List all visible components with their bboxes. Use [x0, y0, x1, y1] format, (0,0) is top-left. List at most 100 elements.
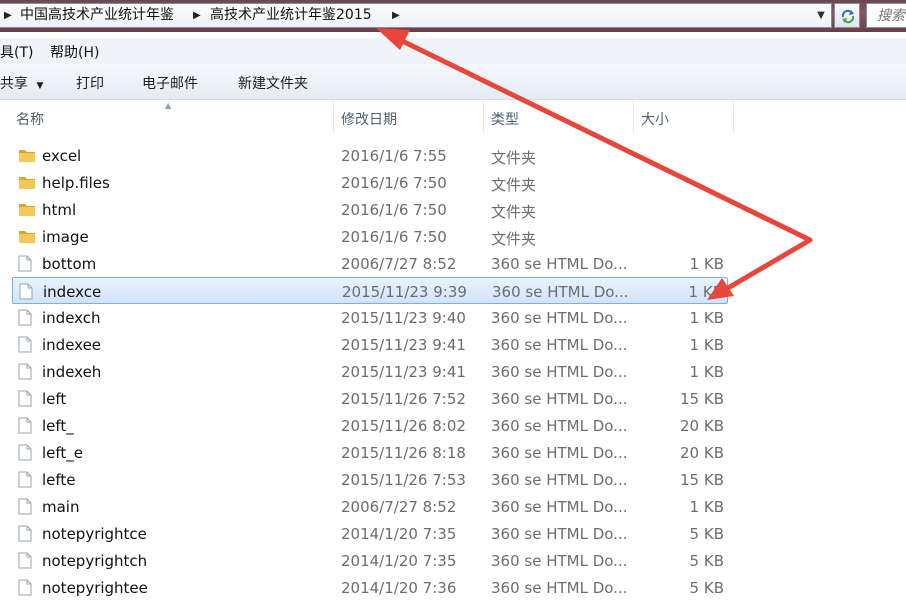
file-type: 360 se HTML Do...	[492, 283, 629, 301]
file-row[interactable]: html 2016/1/6 7:50 文件夹	[12, 196, 728, 223]
column-header-size[interactable]: 大小	[641, 109, 669, 129]
file-date: 2014/1/20 7:35	[341, 552, 457, 570]
menu-tools[interactable]: 具(T)	[0, 42, 33, 62]
file-date: 2016/1/6 7:50	[341, 174, 447, 192]
file-row[interactable]: indexch 2015/11/23 9:40 360 se HTML Do... 1…	[12, 304, 728, 331]
file-type: 360 se HTML Do...	[491, 579, 628, 597]
file-size: 1 KB	[689, 336, 724, 354]
search-box[interactable]	[866, 3, 906, 28]
file-type: 360 se HTML Do...	[491, 363, 628, 381]
file-name: lefte	[42, 471, 76, 489]
column-divider[interactable]	[633, 101, 634, 132]
file-row[interactable]: image 2016/1/6 7:50 文件夹	[12, 223, 728, 250]
file-row[interactable]: left 2015/11/26 7:52 360 se HTML Do... 15 K…	[12, 385, 728, 412]
file-name: notepyrightee	[42, 579, 148, 597]
annotation-arrow-line	[725, 237, 813, 291]
refresh-icon	[841, 9, 855, 24]
file-icon	[18, 255, 32, 276]
breadcrumb-arrow-icon[interactable]: ▶	[193, 4, 201, 27]
file-icon	[18, 498, 32, 519]
file-row[interactable]: help.files 2016/1/6 7:50 文件夹	[12, 169, 728, 196]
column-header-name[interactable]: 名称	[16, 109, 44, 129]
command-toolbar: 共享 ▼ 打印 电子邮件 新建文件夹	[0, 64, 906, 100]
breadcrumb-arrow-icon[interactable]: ▶	[4, 4, 12, 27]
file-row[interactable]: indexeh 2015/11/23 9:41 360 se HTML Do... 1…	[12, 358, 728, 385]
file-name: main	[42, 498, 80, 516]
column-divider[interactable]	[733, 101, 734, 132]
file-type: 文件夹	[491, 203, 537, 221]
address-bar[interactable]: ▶ 中国高技术产业统计年鉴 ▶ 高技术产业统计年鉴2015 ▶ ▼	[0, 3, 832, 28]
file-size: 5 KB	[689, 579, 724, 597]
file-icon	[18, 390, 32, 411]
file-name: help.files	[42, 174, 110, 192]
file-date: 2015/11/23 9:41	[341, 336, 466, 354]
file-row[interactable]: notepyrightce 2014/1/20 7:35 360 se HTML D…	[12, 520, 728, 547]
file-icon	[18, 336, 32, 357]
file-icon	[18, 363, 32, 384]
file-size: 1 KB	[689, 363, 724, 381]
column-header-date[interactable]: 修改日期	[341, 109, 397, 129]
search-input[interactable]	[867, 4, 906, 27]
print-button[interactable]: 打印	[76, 73, 104, 93]
file-date: 2015/11/26 7:52	[341, 390, 466, 408]
file-row[interactable]: excel 2016/1/6 7:55 文件夹	[12, 142, 728, 169]
chevron-down-icon: ▼	[36, 81, 44, 91]
folder-icon	[18, 147, 36, 167]
file-type: 360 se HTML Do...	[491, 336, 628, 354]
sort-ascending-icon: ▲	[165, 101, 172, 110]
file-name: left_e	[42, 444, 84, 462]
file-date: 2016/1/6 7:50	[341, 201, 447, 219]
file-date: 2015/11/23 9:40	[341, 309, 466, 327]
file-icon	[18, 309, 32, 330]
file-size: 20 KB	[680, 417, 724, 435]
breadcrumb-item[interactable]: 中国高技术产业统计年鉴	[20, 4, 174, 27]
file-row[interactable]: bottom 2006/7/27 8:52 360 se HTML Do... 1 K…	[12, 250, 728, 277]
breadcrumb-item-current[interactable]: 高技术产业统计年鉴2015	[210, 4, 372, 27]
column-divider[interactable]	[333, 101, 334, 132]
refresh-button[interactable]	[834, 3, 860, 28]
file-size: 15 KB	[680, 390, 724, 408]
menu-help[interactable]: 帮助(H)	[50, 42, 99, 62]
file-name: image	[42, 228, 89, 246]
file-date: 2015/11/23 9:39	[342, 283, 467, 301]
file-row[interactable]: left_ 2015/11/26 8:02 360 se HTML Do... 20 …	[12, 412, 728, 439]
file-row[interactable]: notepyrightch 2014/1/20 7:35 360 se HTML D…	[12, 547, 728, 574]
new-folder-button[interactable]: 新建文件夹	[238, 73, 308, 93]
file-size: 1 KB	[688, 283, 723, 301]
file-row[interactable]: left_e 2015/11/26 8:18 360 se HTML Do... 20…	[12, 439, 728, 466]
file-type: 360 se HTML Do...	[491, 390, 628, 408]
chevron-down-icon[interactable]: ▼	[811, 4, 831, 27]
file-name: html	[42, 201, 77, 219]
share-label: 共享	[0, 76, 28, 92]
folder-icon	[18, 228, 36, 248]
file-size: 20 KB	[680, 444, 724, 462]
column-header-type[interactable]: 类型	[491, 109, 519, 129]
file-row[interactable]: notepyrightee 2014/1/20 7:36 360 se HTML D…	[12, 574, 728, 601]
column-divider[interactable]	[483, 101, 484, 132]
file-date: 2015/11/26 8:02	[341, 417, 466, 435]
column-headers: ▲ 名称 修改日期 类型 大小	[0, 101, 906, 132]
file-date: 2015/11/26 7:53	[341, 471, 466, 489]
file-icon	[18, 417, 32, 438]
file-row[interactable]: indexee 2015/11/23 9:41 360 se HTML Do... 1…	[12, 331, 728, 358]
file-date: 2014/1/20 7:35	[341, 525, 457, 543]
file-row[interactable]: indexce 2015/11/23 9:39 360 se HTML Do... 1…	[12, 277, 728, 304]
email-button[interactable]: 电子邮件	[142, 73, 198, 93]
file-size: 5 KB	[689, 525, 724, 543]
share-button[interactable]: 共享 ▼	[0, 73, 43, 93]
file-name: bottom	[42, 255, 97, 273]
file-type: 文件夹	[491, 149, 537, 167]
file-type: 360 se HTML Do...	[491, 444, 628, 462]
file-date: 2006/7/27 8:52	[341, 255, 457, 273]
folder-icon	[18, 174, 36, 194]
file-name: notepyrightch	[42, 552, 148, 570]
breadcrumb-arrow-icon[interactable]: ▶	[392, 4, 400, 27]
file-date: 2006/7/27 8:52	[341, 498, 457, 516]
file-name: notepyrightce	[42, 525, 147, 543]
file-row[interactable]: lefte 2015/11/26 7:53 360 se HTML Do... 15 …	[12, 466, 728, 493]
file-name: indexeh	[42, 363, 102, 381]
file-icon	[18, 552, 32, 573]
file-row[interactable]: main 2006/7/27 8:52 360 se HTML Do... 1 KB	[12, 493, 728, 520]
file-type: 360 se HTML Do...	[491, 417, 628, 435]
file-type: 360 se HTML Do...	[491, 498, 628, 516]
